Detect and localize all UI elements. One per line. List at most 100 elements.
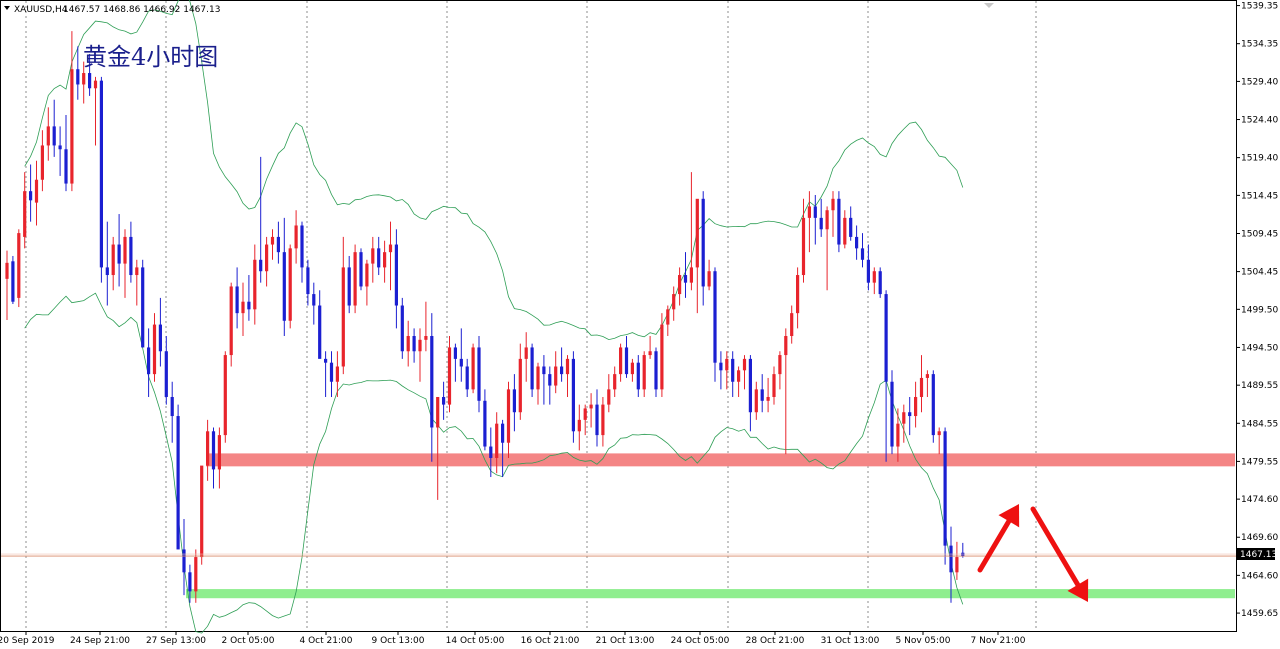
candle-body (748, 358, 752, 413)
candle (878, 267, 882, 298)
candle-body (613, 374, 617, 390)
candle-body (648, 351, 652, 356)
chart-window[interactable]: 1539.35 1534.35 1529.40 1524.40 1519.40 1514.… (0, 0, 1280, 649)
x-tick-label: 14 Oct 05:00 (446, 636, 505, 646)
x-tick-label: 4 Oct 21:00 (300, 636, 353, 646)
y-tick-label: 1509.45 (1241, 229, 1278, 239)
candle-body (943, 431, 947, 546)
candle (837, 191, 841, 253)
candle-body (388, 244, 393, 253)
candle-body (253, 259, 257, 310)
candle-body (849, 217, 853, 237)
y-tick-label: 1459.65 (1241, 609, 1278, 619)
candle-body (565, 358, 570, 375)
candle-body (23, 191, 27, 237)
x-tick-label: 5 Nov 05:00 (896, 636, 951, 646)
candle-body (447, 347, 452, 405)
candle-body (270, 236, 275, 245)
candle-body (211, 431, 216, 470)
candle-body (790, 313, 794, 337)
candle-body (931, 374, 935, 436)
candle-body (377, 248, 381, 268)
candle-body (188, 572, 192, 592)
candle-body (719, 362, 723, 371)
candle (943, 427, 947, 565)
candle-body (713, 271, 717, 363)
candle-body (619, 347, 623, 375)
candle-body (418, 339, 422, 352)
candle-body (259, 259, 263, 272)
candle-body (217, 435, 221, 470)
y-axis: 1539.35 1534.35 1529.40 1524.40 1519.40 1514.… (1236, 2, 1278, 619)
candle-body (672, 294, 676, 310)
candle-body (860, 248, 865, 260)
candle-body (111, 244, 115, 276)
candle-body (11, 261, 15, 302)
price-chart[interactable]: 1539.35 1534.35 1529.40 1524.40 1519.40 1514.… (0, 0, 1280, 649)
candle-body (241, 301, 245, 314)
candle-body (335, 366, 339, 382)
candle-body (896, 423, 900, 447)
candle-body (117, 244, 121, 264)
candle (141, 259, 145, 348)
candle-body (99, 80, 103, 268)
candle-body (595, 404, 599, 436)
candle-body (630, 362, 634, 375)
candle-body (318, 305, 322, 359)
y-tick-label: 1514.45 (1241, 191, 1278, 201)
candle (359, 248, 363, 291)
candle-body (536, 366, 540, 390)
candle-body (158, 324, 162, 352)
candle-body (554, 366, 558, 386)
candle-body (825, 210, 829, 230)
candle-body (17, 233, 21, 298)
candle-body (878, 271, 882, 295)
candle-body (436, 396, 440, 428)
candle-body (347, 267, 351, 306)
candle-body (489, 446, 493, 458)
candle-body (884, 294, 888, 382)
candle-body (607, 389, 611, 405)
candle-body (501, 423, 505, 443)
candle-body (129, 236, 133, 276)
candle-body (642, 355, 646, 390)
candle-body (843, 217, 847, 245)
candle-body (406, 336, 410, 352)
candle (229, 282, 233, 367)
candle-body (908, 412, 912, 417)
candle-body (312, 294, 316, 306)
candle-body (194, 557, 198, 592)
candle-body (371, 248, 375, 264)
y-tick-label: 1539.35 (1241, 2, 1278, 12)
candle-body (902, 412, 906, 424)
candle-body (831, 198, 835, 211)
candle (288, 244, 292, 329)
candle-body (465, 366, 469, 390)
candle (200, 465, 204, 565)
candle-body (294, 225, 298, 249)
candle-body (683, 275, 688, 283)
candle (530, 343, 534, 397)
candle-body (400, 305, 404, 352)
candle-body (459, 358, 463, 367)
x-tick-label: 9 Oct 13:00 (372, 636, 425, 646)
candle-body (306, 267, 310, 295)
candle-body (300, 225, 304, 268)
y-tick-label: 1504.45 (1241, 268, 1278, 278)
x-tick-label: 27 Sep 13:00 (146, 636, 206, 646)
candle-body (58, 145, 62, 150)
candle-body (477, 347, 481, 401)
candle-body (176, 416, 180, 550)
candle-body (341, 267, 345, 367)
candle-body (560, 366, 564, 375)
candle (17, 229, 21, 308)
candle-body (135, 267, 139, 276)
candle-body (855, 236, 859, 249)
y-tick-label: 1484.55 (1241, 419, 1278, 429)
candle-body (235, 286, 239, 314)
candle-body (247, 301, 251, 310)
candle-body (276, 236, 280, 253)
x-tick-label: 16 Oct 21:00 (521, 636, 580, 646)
candle-body (837, 198, 841, 245)
candle (471, 343, 475, 394)
